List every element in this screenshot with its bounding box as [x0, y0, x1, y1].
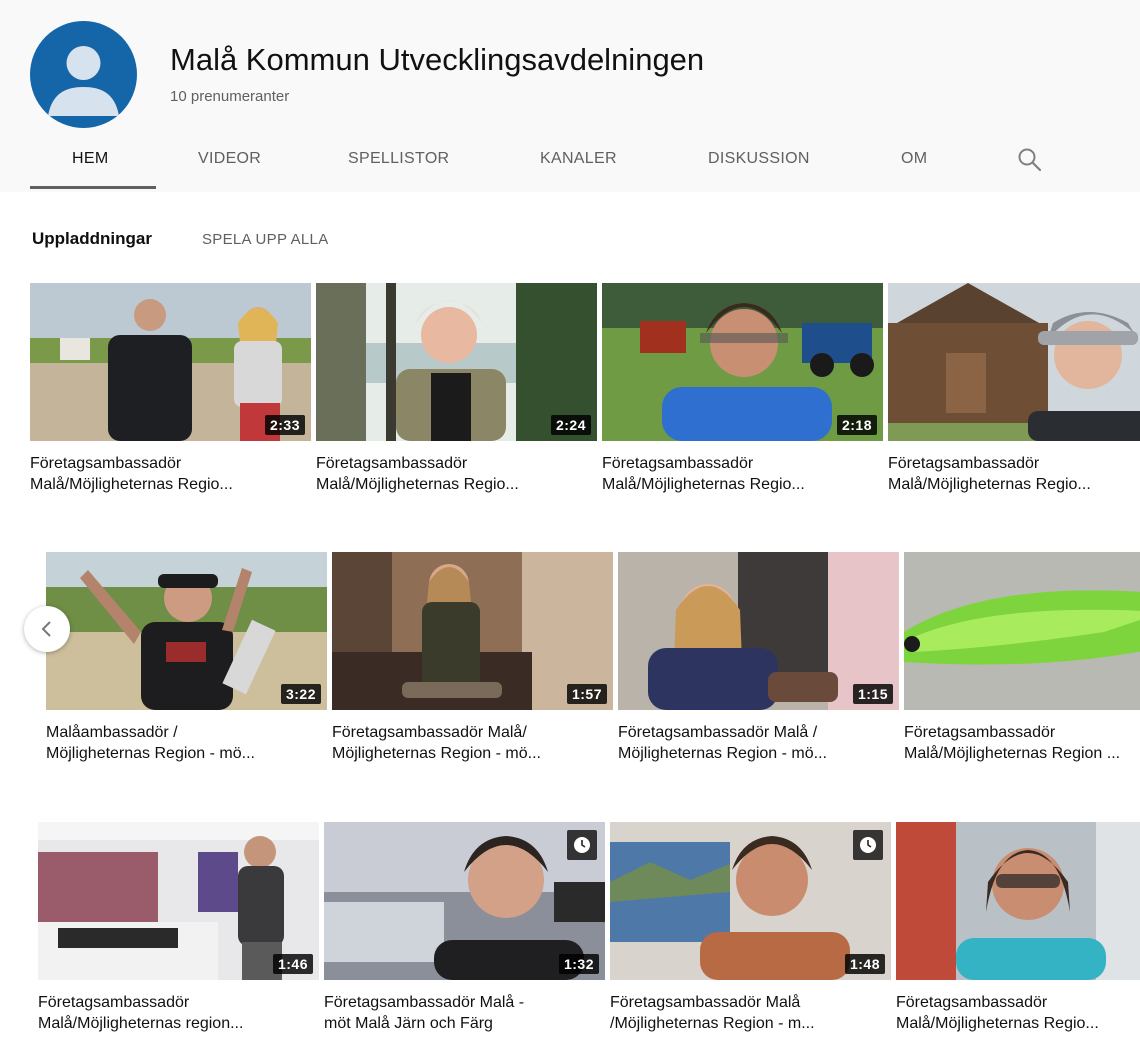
- video-title[interactable]: Företagsambassadör Malå/Möjligheternas Re…: [888, 453, 1140, 495]
- video-thumbnail[interactable]: 1:46: [38, 822, 319, 980]
- video-title[interactable]: Företagsambassadör Malå/Möjligheternas Re…: [602, 453, 883, 495]
- video-title[interactable]: Företagsambassadör Malå/Möjligheternas R…: [332, 722, 613, 764]
- video-title[interactable]: Företagsambassadör Malå - möt Malå Järn o…: [324, 992, 605, 1034]
- video-thumbnail[interactable]: 2:33: [30, 283, 311, 441]
- chevron-left-icon: [41, 621, 51, 637]
- video-thumbnail[interactable]: 1:57: [332, 552, 613, 710]
- video-thumbnail[interactable]: 3:22: [46, 552, 327, 710]
- video-thumbnail[interactable]: 1:15: [618, 552, 899, 710]
- tab-videor[interactable]: VIDEOR: [198, 150, 261, 168]
- video-duration: 1:46: [272, 954, 313, 974]
- video-title[interactable]: Malåambassadör / Möjligheternas Region - …: [46, 722, 327, 764]
- video-duration: 1:57: [566, 684, 607, 704]
- video-duration: 2:33: [264, 415, 305, 435]
- video-thumbnail[interactable]: 2:24: [316, 283, 597, 441]
- video-duration: 3:22: [280, 684, 321, 704]
- video-title[interactable]: Företagsambassadör Malå/Möjligheternas Re…: [896, 992, 1140, 1034]
- tab-spellistor[interactable]: SPELLISTOR: [348, 150, 449, 168]
- video-duration: 1:15: [852, 684, 893, 704]
- watch-later-button[interactable]: [853, 830, 883, 860]
- channel-avatar[interactable]: [30, 21, 137, 128]
- video-thumbnail[interactable]: 1:48: [610, 822, 891, 980]
- video-duration: 2:18: [836, 415, 877, 435]
- video-thumbnail[interactable]: 2:18: [602, 283, 883, 441]
- video-title[interactable]: Företagsambassadör Malå / Möjligheternas …: [618, 722, 899, 764]
- video-thumbnail[interactable]: 1:: [888, 283, 1140, 441]
- video-thumbnail[interactable]: 1:: [896, 822, 1140, 980]
- play-all-button[interactable]: SPELA UPP ALLA: [202, 231, 329, 248]
- clock-icon: [860, 837, 876, 853]
- tab-hem[interactable]: HEM: [72, 150, 108, 168]
- tab-kanaler[interactable]: KANALER: [540, 150, 617, 168]
- section-title: Uppladdningar: [32, 229, 152, 248]
- video-duration: 1:32: [558, 954, 599, 974]
- active-tab-indicator: [30, 186, 156, 189]
- video-duration: 1:48: [844, 954, 885, 974]
- default-avatar-icon: [48, 46, 119, 116]
- video-title[interactable]: Företagsambassadör Malå/Möjligheternas re…: [38, 992, 319, 1034]
- video-duration: 2:24: [550, 415, 591, 435]
- video-title[interactable]: Företagsambassadör Malå/Möjligheternas Re…: [30, 453, 311, 495]
- video-thumbnail[interactable]: 1:32: [324, 822, 605, 980]
- channel-name: Malå Kommun Utvecklingsavdelningen: [170, 42, 705, 77]
- video-title[interactable]: Företagsambassadör Malå/Möjligheternas Re…: [316, 453, 597, 495]
- search-icon[interactable]: [1016, 146, 1044, 174]
- tab-diskussion[interactable]: DISKUSSION: [708, 150, 810, 168]
- watch-later-button[interactable]: [567, 830, 597, 860]
- subscriber-count: 10 prenumeranter: [170, 88, 290, 105]
- carousel-prev-button[interactable]: [24, 606, 70, 652]
- video-title[interactable]: Företagsambassadör Malå/Möjligheternas R…: [610, 992, 891, 1034]
- video-title[interactable]: Företagsambassadör Malå/Möjligheternas Re…: [904, 722, 1140, 764]
- clock-icon: [574, 837, 590, 853]
- video-thumbnail[interactable]: [904, 552, 1140, 710]
- tab-om[interactable]: OM: [901, 150, 927, 168]
